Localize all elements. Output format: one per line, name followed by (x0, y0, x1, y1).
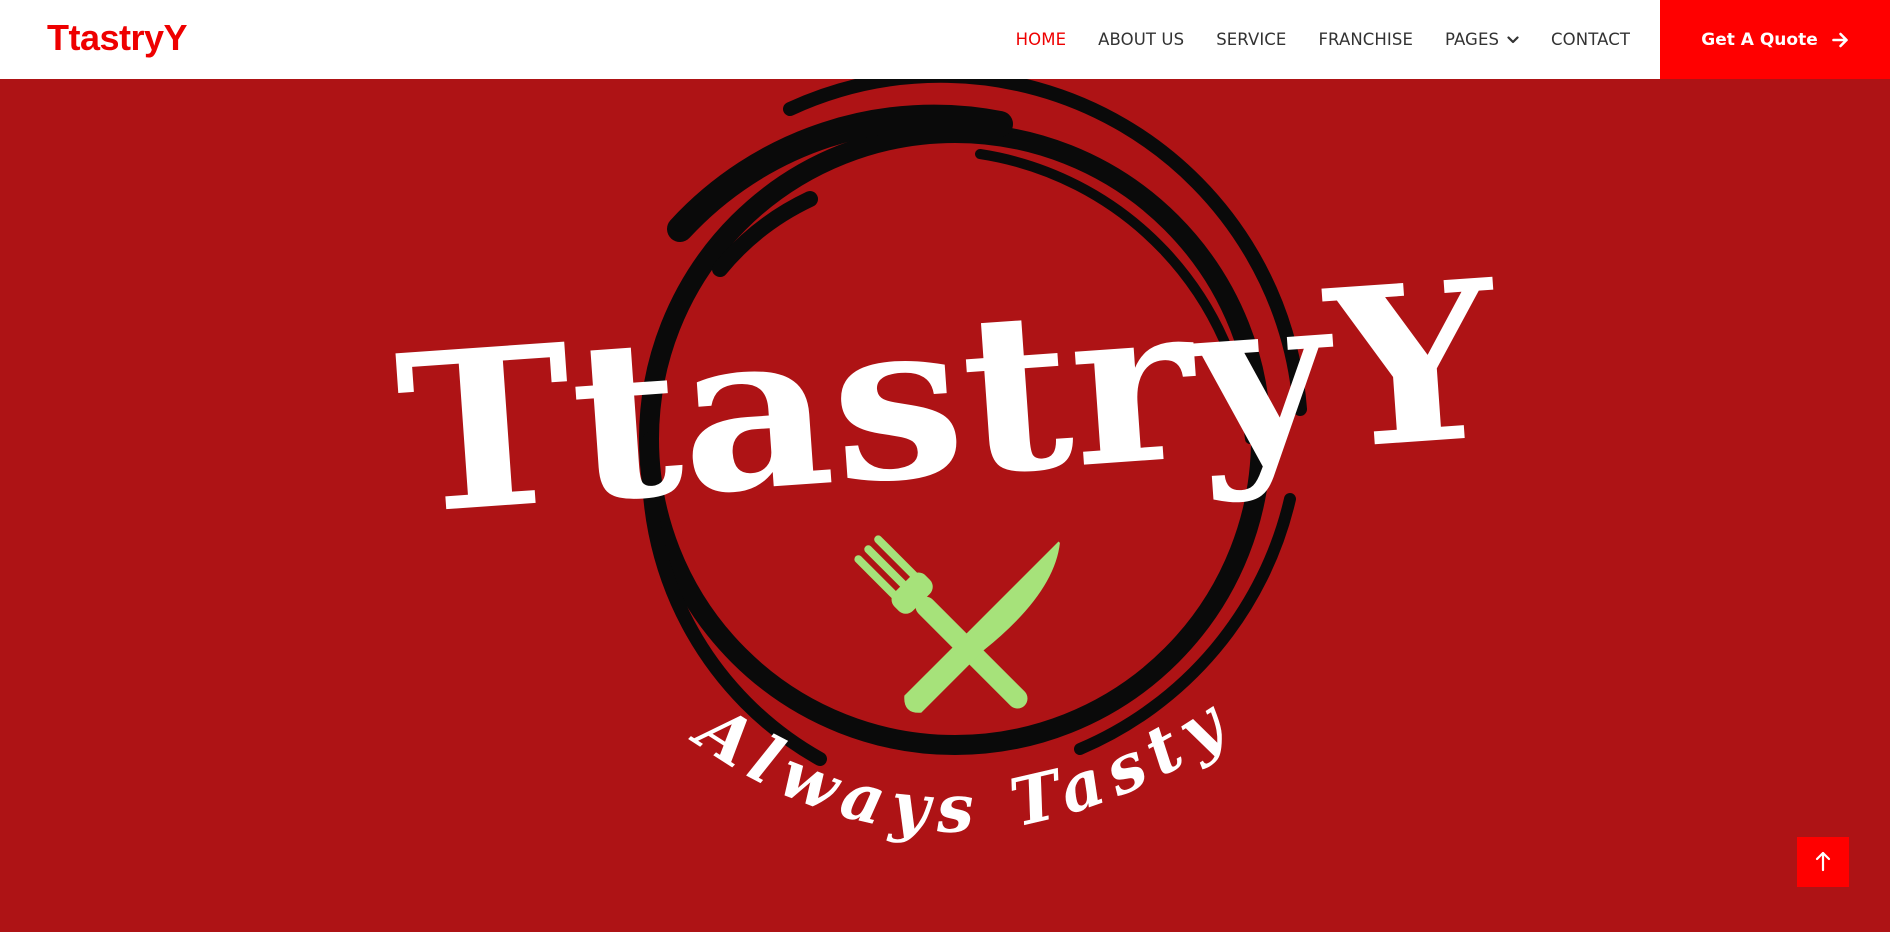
main-nav: HOME ABOUT US SERVICE FRANCHISE PAGES CO… (1016, 0, 1630, 79)
hero-section: TtastryY Always Tasty (0, 79, 1890, 932)
get-a-quote-button[interactable]: Get A Quote (1660, 0, 1890, 79)
nav-contact-label: CONTACT (1551, 30, 1630, 49)
nav-home[interactable]: HOME (1016, 30, 1066, 49)
nav-contact[interactable]: CONTACT (1551, 30, 1630, 49)
logo-wordmark: TtastryY (390, 232, 1508, 564)
back-to-top-button[interactable] (1797, 837, 1849, 887)
arrow-right-icon (1831, 32, 1849, 48)
nav-franchise-label: FRANCHISE (1318, 30, 1413, 49)
nav-service[interactable]: SERVICE (1216, 30, 1286, 49)
chevron-down-icon (1507, 35, 1519, 44)
nav-home-label: HOME (1015, 30, 1067, 49)
nav-service-label: SERVICE (1216, 30, 1287, 49)
nav-about-us[interactable]: ABOUT US (1098, 30, 1184, 49)
nav-about-us-label: ABOUT US (1098, 30, 1185, 49)
site-header: TtastryY HOME ABOUT US SERVICE FRANCHISE… (0, 0, 1890, 79)
brand-logo[interactable]: TtastryY (47, 15, 188, 61)
arrow-up-icon (1815, 850, 1831, 875)
logo-wordmark-text: TtastryY (390, 232, 1508, 564)
nav-pages-dropdown[interactable]: PAGES (1445, 30, 1519, 49)
nav-pages-label: PAGES (1444, 30, 1500, 49)
fork-knife-icon (854, 535, 1060, 713)
nav-franchise[interactable]: FRANCHISE (1318, 30, 1413, 49)
hero-logo: TtastryY Always Tasty (390, 79, 1508, 848)
get-a-quote-label: Get A Quote (1701, 29, 1818, 50)
